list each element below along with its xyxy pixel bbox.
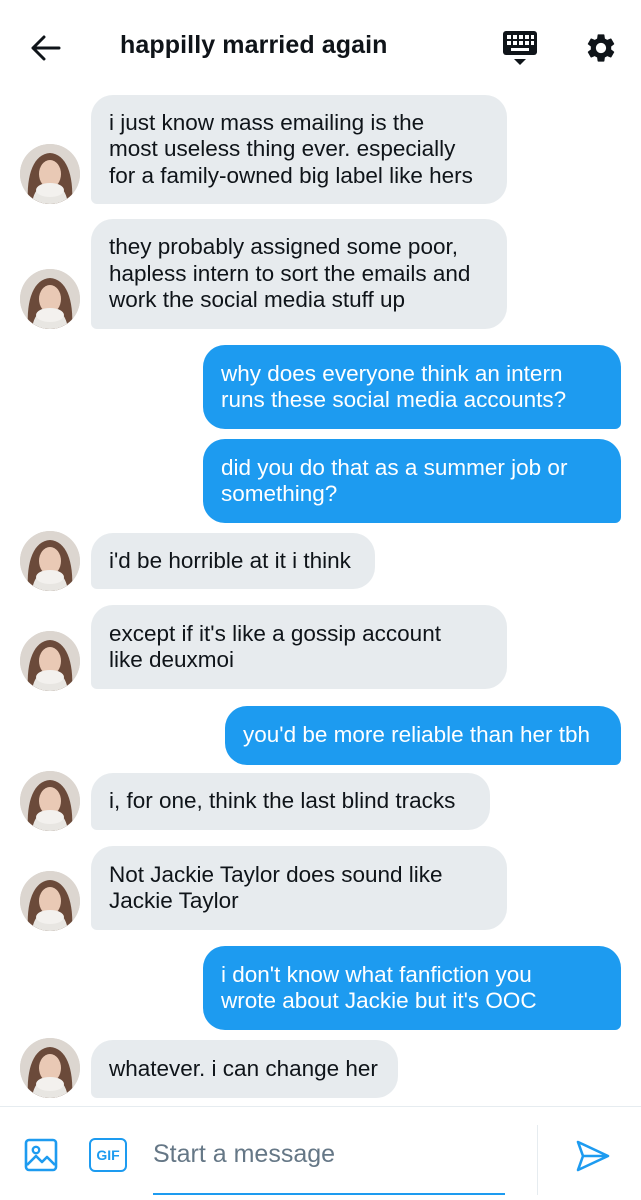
message-bubble-sent[interactable]: did you do that as a summer job or somet… (203, 439, 621, 523)
message-text: why does everyone think an intern runs t… (221, 360, 567, 413)
avatar[interactable] (20, 631, 80, 691)
avatar[interactable] (20, 531, 80, 591)
avatar-photo (20, 631, 80, 691)
message-text: i just know mass emailing is the most us… (109, 109, 473, 188)
gif-button[interactable]: GIF (89, 1138, 127, 1172)
message-bubble-received[interactable]: Not Jackie Taylor does sound like Jackie… (91, 846, 507, 930)
avatar-photo (20, 771, 80, 831)
avatar[interactable] (20, 771, 80, 831)
message-bubble-received[interactable]: i just know mass emailing is the most us… (91, 95, 507, 204)
message-text: whatever. i can change her (109, 1055, 378, 1081)
message-bubble-received[interactable]: i, for one, think the last blind tracks (91, 773, 490, 830)
avatar-photo (20, 1038, 80, 1098)
message-input[interactable] (153, 1129, 505, 1179)
message-bubble-received[interactable]: they probably assigned some poor, haples… (91, 219, 507, 329)
image-icon (24, 1138, 58, 1172)
back-button[interactable] (26, 30, 66, 66)
send-button[interactable] (572, 1135, 614, 1177)
message-text: i don't know what fanfiction you wrote a… (221, 961, 537, 1014)
add-image-button[interactable] (22, 1136, 60, 1174)
message-text: i, for one, think the last blind tracks (109, 788, 456, 814)
message-text: they probably assigned some poor, haples… (109, 234, 471, 313)
gear-icon (587, 34, 615, 62)
avatar-photo (20, 531, 80, 591)
avatar[interactable] (20, 269, 80, 329)
avatar-photo (20, 269, 80, 329)
message-bubble-received[interactable]: except if it's like a gossip account lik… (91, 605, 507, 689)
settings-button[interactable] (580, 27, 622, 69)
avatar-photo (20, 871, 80, 931)
message-composer: GIF (0, 1106, 641, 1200)
avatar-photo (20, 144, 80, 204)
message-text: you'd be more reliable than her tbh (243, 722, 591, 748)
arrow-left-icon (31, 35, 61, 61)
message-text: Not Jackie Taylor does sound like Jackie… (109, 861, 443, 914)
dm-conversation-screen: happilly married again i just know mass … (0, 0, 641, 1200)
message-bubble-received[interactable]: i'd be horrible at it i think (91, 533, 375, 589)
message-bubble-sent[interactable]: why does everyone think an intern runs t… (203, 345, 621, 429)
avatar[interactable] (20, 871, 80, 931)
composer-divider (537, 1125, 538, 1195)
message-text: i'd be horrible at it i think (109, 547, 351, 573)
avatar[interactable] (20, 144, 80, 204)
keyboard-icon (503, 31, 537, 65)
keyboard-button[interactable] (499, 27, 541, 69)
message-text: except if it's like a gossip account lik… (109, 620, 441, 673)
message-text: did you do that as a summer job or somet… (221, 454, 568, 507)
conversation-header: happilly married again (0, 0, 641, 94)
message-bubble-received[interactable]: whatever. i can change her (91, 1040, 398, 1098)
input-focus-underline (153, 1193, 505, 1195)
send-icon (576, 1140, 610, 1172)
avatar[interactable] (20, 1038, 80, 1098)
message-bubble-sent[interactable]: you'd be more reliable than her tbh (225, 706, 621, 765)
message-bubble-sent[interactable]: i don't know what fanfiction you wrote a… (203, 946, 621, 1030)
conversation-title[interactable]: happilly married again (120, 31, 388, 60)
